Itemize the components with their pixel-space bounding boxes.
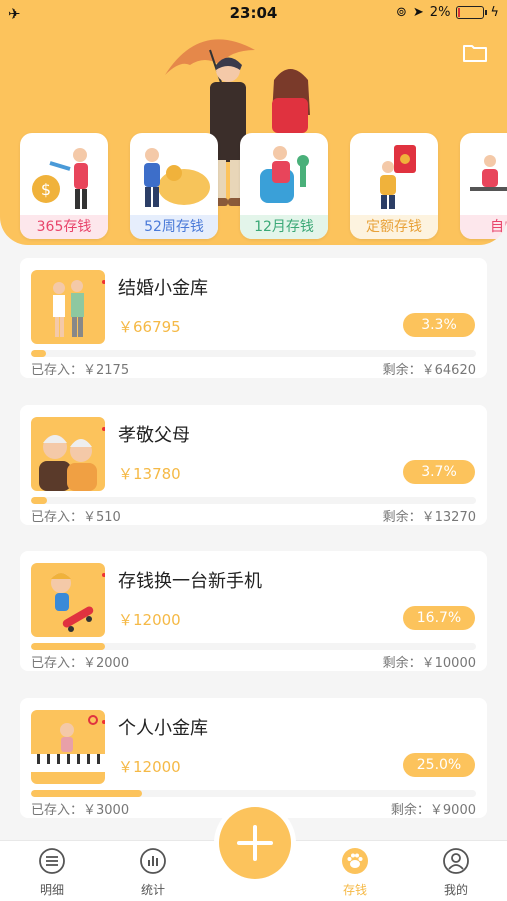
tab-mine[interactable]: 我的 <box>426 847 486 898</box>
tab-details[interactable]: 明细 <box>22 847 82 898</box>
tab-label: 我的 <box>443 883 468 897</box>
goal-card[interactable]: 个人小金库 ￥12000 25.0% 已存入：￥3000 剩余：￥9000 <box>20 698 487 818</box>
paw-icon <box>342 848 368 874</box>
goal-amount: ￥12000 <box>118 758 181 776</box>
goal-card[interactable]: 结婚小金库 ￥66795 3.3% 已存入：￥2175 剩余：￥64620 <box>20 258 487 378</box>
piggy-bank-illustration <box>144 148 210 207</box>
goal-thumbnail <box>31 710 105 784</box>
goal-title: 结婚小金库 <box>118 278 208 299</box>
battery-icon <box>456 6 488 19</box>
remaining-amount: 剩余：￥9000 <box>390 803 476 818</box>
folder-icon[interactable] <box>463 44 487 62</box>
progress-bar <box>31 497 476 504</box>
method-card-fixed[interactable]: 定额存钱 <box>350 133 438 239</box>
desk-person-illustration <box>470 155 507 191</box>
method-card-12month[interactable]: 12月存钱 <box>240 133 328 239</box>
progress-fill <box>31 790 143 797</box>
method-card-365[interactable]: $ 365存钱 <box>20 133 108 239</box>
progress-percent-badge: 3.3% <box>403 313 475 337</box>
saved-amount: 已存入：￥2175 <box>31 363 130 378</box>
watering-coin-illustration: $ <box>32 148 88 209</box>
method-label: 自由 <box>460 215 507 239</box>
method-label: 定额存钱 <box>350 215 438 239</box>
tab-label: 存钱 <box>342 883 367 897</box>
method-card-free[interactable]: 自由 <box>460 133 507 239</box>
goal-amount: ￥13780 <box>118 465 181 483</box>
goal-card[interactable]: 存钱换一台新手机 ￥12000 16.7% 已存入：￥2000 剩余：￥1000… <box>20 551 487 671</box>
goal-amount: ￥66795 <box>118 318 181 336</box>
method-label: 52周存钱 <box>130 215 218 239</box>
tab-statistics[interactable]: 统计 <box>123 847 183 898</box>
progress-percent-badge: 3.7% <box>403 460 475 484</box>
progress-fill <box>31 350 46 357</box>
list-icon <box>39 848 65 874</box>
saving-methods-row: $ 365存钱 52周存钱 12月存钱 定额存钱 自 <box>20 133 507 239</box>
tab-save-money[interactable]: 存钱 <box>325 847 385 898</box>
tab-label: 明细 <box>39 883 64 897</box>
add-goal-button[interactable] <box>219 807 291 879</box>
tab-label: 统计 <box>140 883 165 897</box>
goal-title: 存钱换一台新手机 <box>118 571 262 592</box>
rotation-lock-icon: ⊚ <box>395 5 407 20</box>
header-banner: ✈ 23:04 ⊚ ➤ 2% ϟ $ 365存钱 52周存钱 12月存钱 定额存… <box>0 0 507 245</box>
remaining-amount: 剩余：￥10000 <box>382 656 476 671</box>
user-icon <box>443 848 469 874</box>
chart-icon <box>140 848 166 874</box>
goal-thumbnail <box>31 270 105 344</box>
progress-bar <box>31 790 476 797</box>
progress-fill <box>31 497 48 504</box>
goal-amount: ￥12000 <box>118 611 181 629</box>
goal-title: 个人小金库 <box>118 718 208 739</box>
svg-text:$: $ <box>41 180 51 199</box>
progress-percent-badge: 25.0% <box>403 753 475 777</box>
goal-thumbnail <box>31 563 105 637</box>
battery-percent: 2% <box>429 5 451 20</box>
charging-icon: ϟ <box>490 5 499 20</box>
remaining-amount: 剩余：￥13270 <box>382 510 476 525</box>
goal-thumbnail <box>31 417 105 491</box>
saved-amount: 已存入：￥510 <box>31 510 121 525</box>
saved-amount: 已存入：￥2000 <box>31 656 130 671</box>
plus-icon <box>237 825 273 861</box>
method-label: 12月存钱 <box>240 215 328 239</box>
progress-bar <box>31 643 476 650</box>
progress-fill <box>31 643 106 650</box>
method-card-52week[interactable]: 52周存钱 <box>130 133 218 239</box>
progress-percent-badge: 16.7% <box>403 606 475 630</box>
goal-title: 孝敬父母 <box>118 425 190 446</box>
red-envelope-illustration <box>380 145 416 209</box>
chair-person-illustration <box>260 146 309 203</box>
remaining-amount: 剩余：￥64620 <box>382 363 476 378</box>
method-label: 365存钱 <box>20 215 108 239</box>
progress-bar <box>31 350 476 357</box>
saved-amount: 已存入：￥3000 <box>31 803 130 818</box>
goal-card[interactable]: 孝敬父母 ￥13780 3.7% 已存入：￥510 剩余：￥13270 <box>20 405 487 525</box>
location-icon: ➤ <box>412 5 424 20</box>
